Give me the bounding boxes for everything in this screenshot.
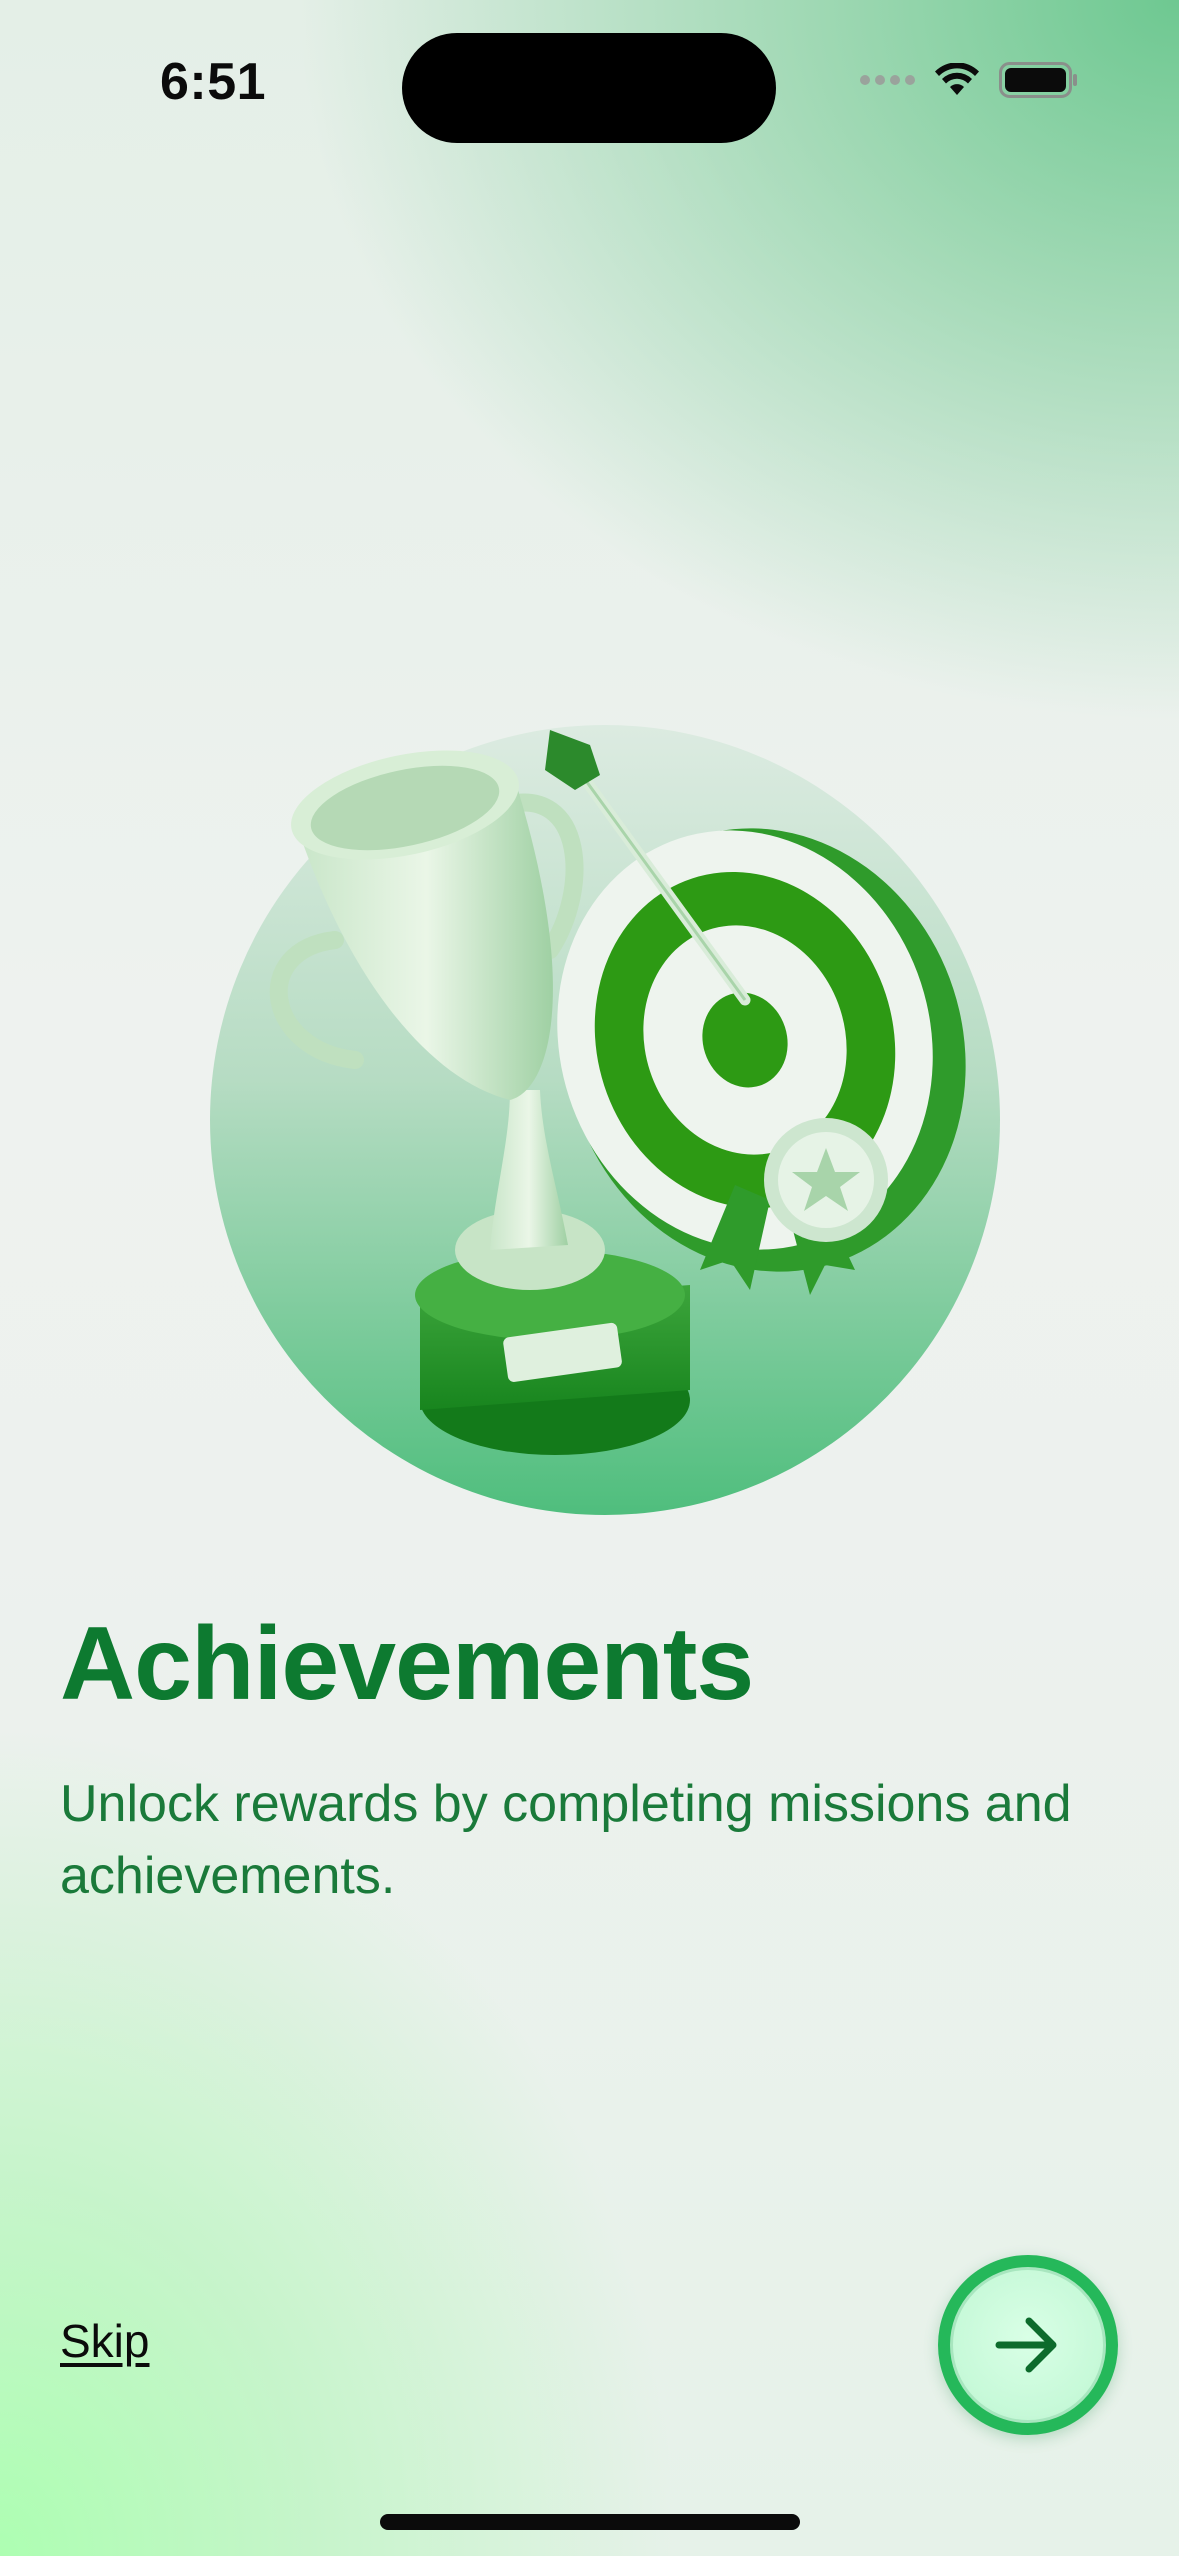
skip-button[interactable]: Skip bbox=[60, 2314, 149, 2368]
cellular-signal-icon bbox=[860, 75, 915, 85]
page-subtitle: Unlock rewards by completing missions an… bbox=[60, 1775, 1072, 1905]
status-time: 6:51 bbox=[160, 53, 267, 111]
status-indicators bbox=[860, 62, 1079, 98]
wifi-icon bbox=[935, 63, 979, 95]
home-indicator[interactable] bbox=[380, 2514, 800, 2530]
arrow-right-icon bbox=[995, 2317, 1057, 2373]
trophy-and-target-illustration bbox=[210, 725, 1000, 1515]
next-button[interactable] bbox=[938, 2255, 1118, 2435]
page-title: Achievements bbox=[60, 1606, 754, 1722]
next-button-inner bbox=[950, 2267, 1106, 2423]
dynamic-island bbox=[402, 33, 776, 143]
battery-icon bbox=[999, 62, 1077, 98]
